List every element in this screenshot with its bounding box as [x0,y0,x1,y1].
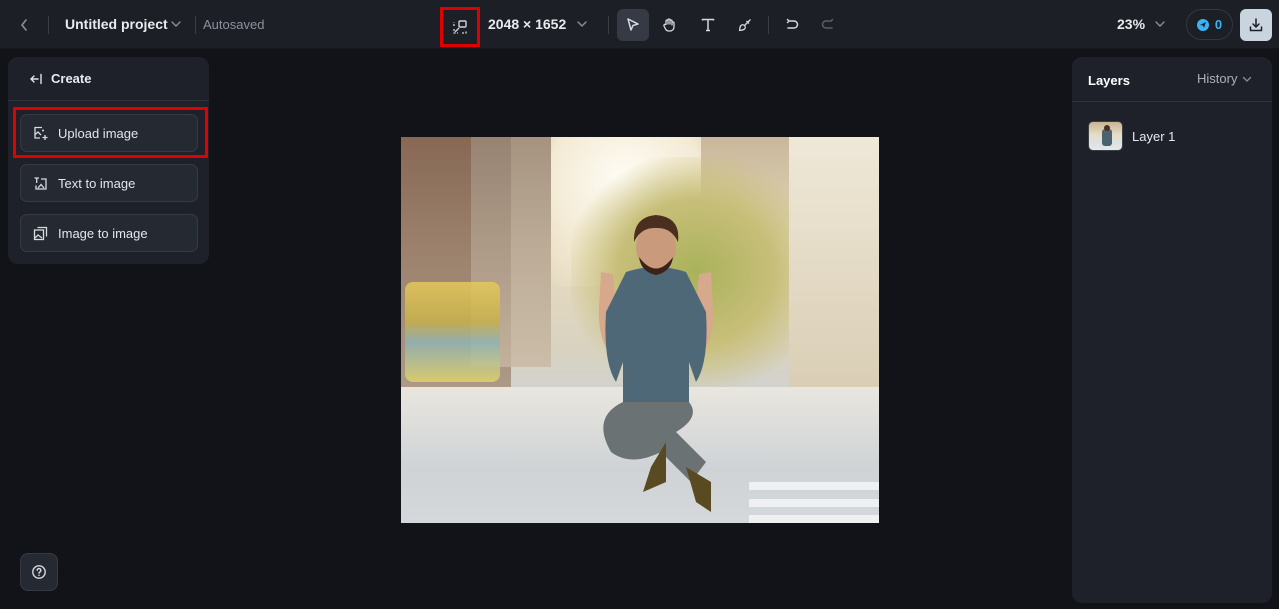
download-button[interactable] [1240,9,1272,41]
fit-to-screen-icon [453,20,467,34]
credit-count: 0 [1214,17,1223,32]
upload-image-label: Upload image [58,125,139,141]
select-tool-button[interactable] [617,9,649,41]
credits-badge[interactable]: 0 [1186,9,1233,40]
pan-tool-button[interactable] [653,9,685,41]
upload-image-icon [34,126,48,140]
layer-thumbnail [1088,121,1123,151]
tab-layers[interactable]: Layers [1088,73,1130,88]
layers-panel: Layers History Layer 1 [1072,57,1272,603]
zoom-level-selector[interactable]: 23% [1117,16,1145,32]
top-bar: Untitled project Autosaved 2048 × 1652 2… [0,0,1279,49]
brush-tool-button[interactable] [729,9,761,41]
background-building [789,137,879,397]
divider [48,16,49,34]
save-status: Autosaved [203,17,265,32]
image-to-image-button[interactable]: Image to image [20,214,198,252]
create-panel: Create Upload image Text to image Image … [8,57,209,264]
image-to-image-label: Image to image [58,225,148,241]
text-t-icon [701,18,715,32]
chevron-down-icon[interactable] [169,17,183,31]
back-button[interactable] [13,14,35,36]
divider [768,16,769,34]
redo-button[interactable] [812,9,844,41]
create-title: Create [51,71,92,86]
chevron-down-icon[interactable] [575,17,589,31]
cursor-arrow-icon [627,18,639,31]
text-to-image-label: Text to image [58,175,136,191]
redo-icon [821,18,834,29]
text-to-image-icon [34,176,47,190]
project-title[interactable]: Untitled project [65,16,168,32]
background-truck [405,282,500,382]
create-collapse-button[interactable]: Create [8,57,209,101]
canvas-size-selector[interactable]: 2048 × 1652 [488,16,566,32]
credit-icon [1196,18,1209,31]
undo-icon [786,18,799,29]
image-to-image-icon [33,226,48,240]
help-button[interactable] [20,553,58,591]
tab-history[interactable]: History [1197,71,1253,86]
chevron-down-icon[interactable] [1153,17,1167,31]
chevron-left-icon [20,19,27,31]
layer-name: Layer 1 [1132,128,1176,144]
layers-panel-header: Layers History [1072,57,1272,102]
brush-icon [738,19,751,32]
divider [608,16,609,34]
jumping-man-figure [598,215,714,512]
crosswalk-stripe [749,499,879,507]
layer-item[interactable]: Layer 1 [1088,120,1258,152]
history-label: History [1197,71,1238,86]
collapse-left-icon [30,73,42,84]
undo-button[interactable] [776,9,808,41]
crosswalk-stripe [749,515,879,523]
upload-image-button[interactable]: Upload image [20,114,198,152]
fit-canvas-button[interactable] [440,7,480,47]
download-icon [1249,18,1263,32]
help-circle-icon [32,565,46,579]
text-tool-button[interactable] [692,9,724,41]
canvas-image[interactable] [401,137,879,523]
crosswalk-stripe [749,482,879,490]
chevron-down-icon [1243,76,1252,82]
text-to-image-button[interactable]: Text to image [20,164,198,202]
hand-icon [663,18,675,32]
divider [195,16,196,34]
